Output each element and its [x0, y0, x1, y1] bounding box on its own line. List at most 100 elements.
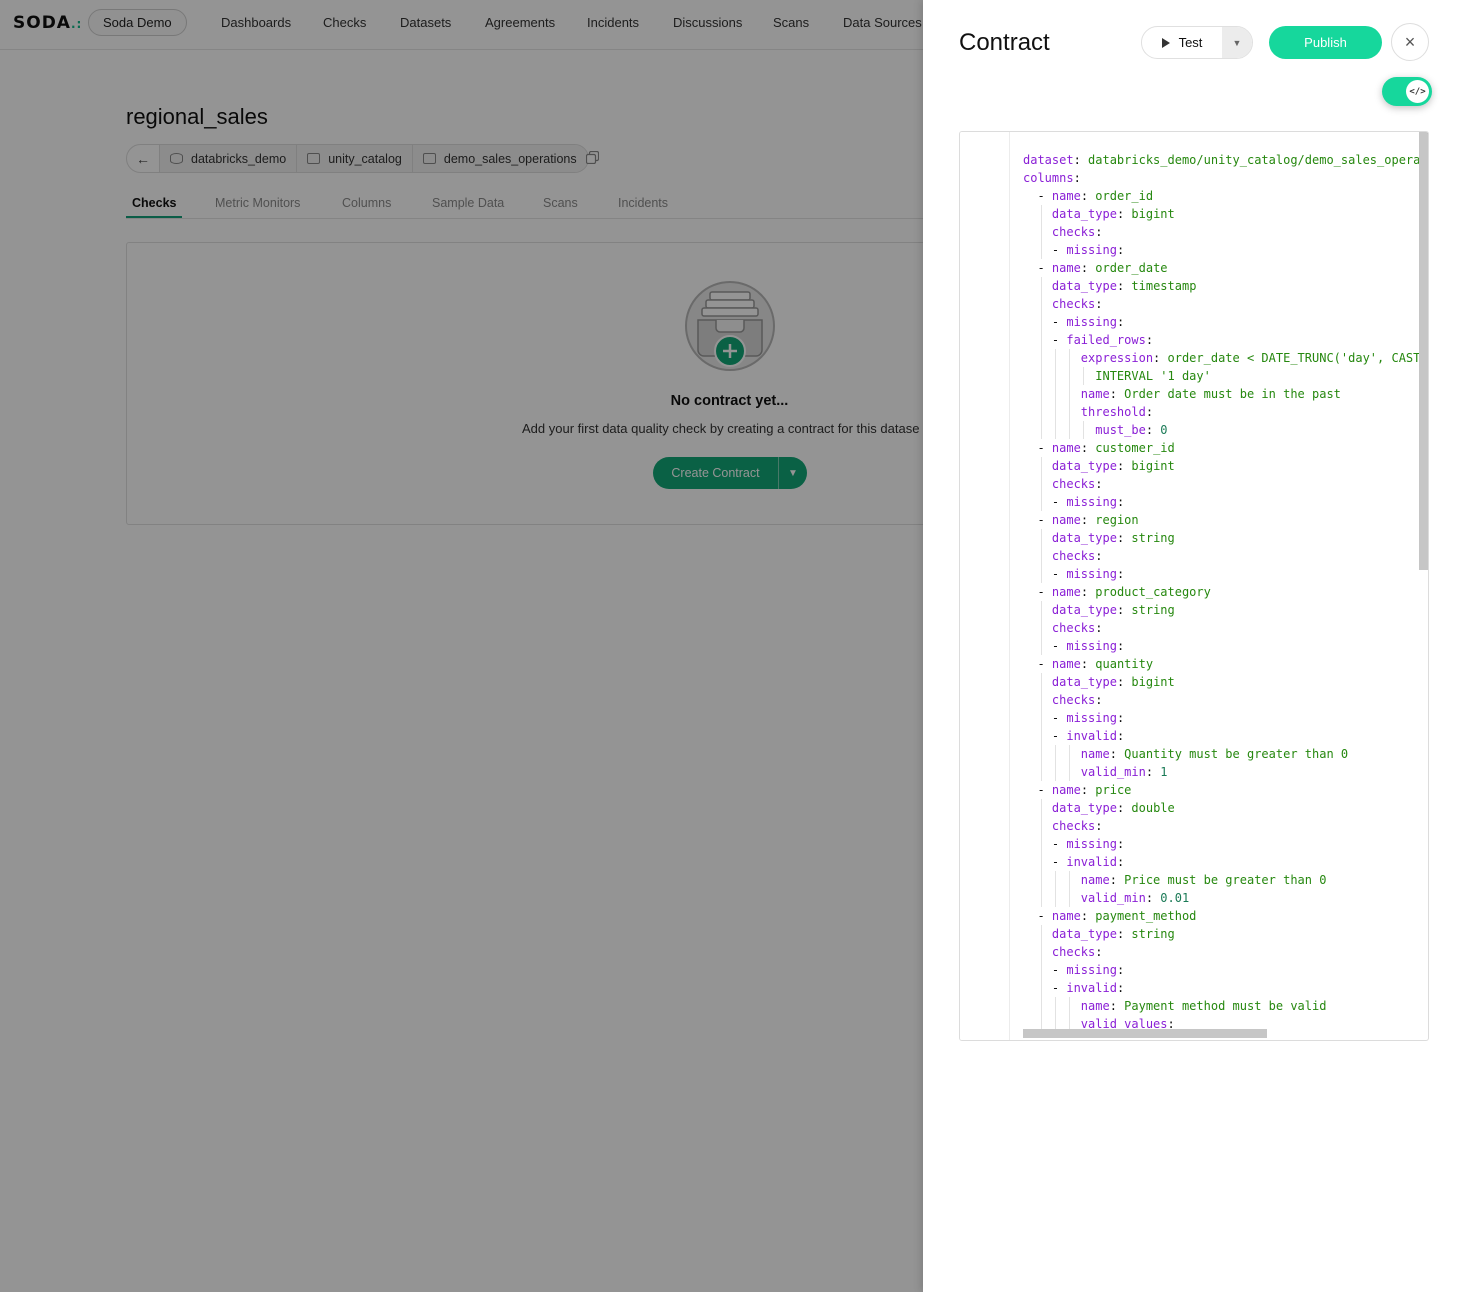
- yaml-colon: :: [1080, 513, 1096, 527]
- yaml-colon: :: [1095, 621, 1103, 635]
- code-indent: -: [1023, 837, 1067, 851]
- yaml-key: data_type: [1051, 207, 1117, 221]
- code-indent: -: [1023, 783, 1052, 797]
- chevron-down-icon[interactable]: ▼: [1222, 27, 1252, 58]
- yaml-key: missing: [1066, 243, 1117, 257]
- yaml-colon: :: [1145, 405, 1154, 419]
- yaml-key: missing: [1066, 639, 1117, 653]
- code-indent: -: [1023, 585, 1052, 599]
- code-line: 8 data_type: timestamp: [1023, 277, 1421, 295]
- yaml-key: checks: [1051, 549, 1096, 563]
- code-line: 45 checks:: [1023, 943, 1421, 961]
- code-indent: -: [1023, 855, 1067, 869]
- yaml-key: name: [1080, 747, 1110, 761]
- code-indent: -: [1023, 711, 1067, 725]
- yaml-key: checks: [1051, 819, 1096, 833]
- vertical-scrollbar[interactable]: [1419, 132, 1428, 570]
- code-line: 10 - missing:: [1023, 313, 1421, 331]
- indent-guide: [1040, 619, 1042, 637]
- indent-guide: [1068, 403, 1070, 421]
- yaml-key: name: [1051, 513, 1081, 527]
- yaml-colon: :: [1080, 189, 1096, 203]
- yaml-colon: :: [1145, 333, 1154, 347]
- yaml-code-editor[interactable]: 1 dataset: databricks_demo/unity_catalog/…: [959, 131, 1429, 1041]
- indent-guide: [1040, 997, 1042, 1015]
- indent-guide: [1040, 727, 1042, 745]
- code-line: 23 checks:: [1023, 547, 1421, 565]
- indent-guide: [1040, 691, 1042, 709]
- yaml-value: double: [1131, 801, 1175, 815]
- yaml-key: columns: [1023, 171, 1074, 185]
- publish-button[interactable]: Publish: [1269, 26, 1382, 59]
- code-indent: -: [1023, 657, 1052, 671]
- code-line: 16 must_be: 0: [1023, 421, 1421, 439]
- yaml-value: payment_method: [1095, 909, 1197, 923]
- indent-guide: [1068, 349, 1070, 367]
- code-line: 42 valid_min: 0.01: [1023, 889, 1421, 907]
- yaml-value: string: [1131, 603, 1175, 617]
- yaml-value: INTERVAL '1 day': [1095, 369, 1211, 383]
- indent-guide: [1040, 979, 1042, 997]
- yaml-key: name: [1051, 189, 1081, 203]
- indent-guide: [1040, 493, 1042, 511]
- yaml-colon: :: [1116, 729, 1125, 743]
- yaml-key: missing: [1066, 963, 1117, 977]
- code-line: 2columns:: [1023, 169, 1421, 187]
- yaml-colon: :: [1073, 171, 1081, 185]
- yaml-colon: :: [1080, 909, 1096, 923]
- yaml-colon: :: [1145, 891, 1161, 905]
- code-content[interactable]: 1 dataset: databricks_demo/unity_catalog/…: [1023, 151, 1421, 1037]
- modal-overlay[interactable]: [0, 0, 923, 1292]
- indent-guide: [1082, 367, 1084, 385]
- yaml-key: name: [1080, 873, 1110, 887]
- yaml-colon: :: [1116, 459, 1132, 473]
- yaml-value: region: [1095, 513, 1139, 527]
- indent-guide: [1040, 475, 1042, 493]
- indent-guide: [1040, 295, 1042, 313]
- yaml-value: Price must be greater than 0: [1124, 873, 1327, 887]
- yaml-key: valid_min: [1080, 891, 1146, 905]
- code-line: 44 data_type: string: [1023, 925, 1421, 943]
- yaml-value: bigint: [1131, 459, 1175, 473]
- code-view-toggle[interactable]: </>: [1382, 77, 1432, 106]
- close-icon[interactable]: ×: [1391, 23, 1429, 61]
- yaml-key: data_type: [1051, 603, 1117, 617]
- code-indent: -: [1023, 909, 1052, 923]
- yaml-key: missing: [1066, 837, 1117, 851]
- test-button[interactable]: Test: [1142, 27, 1222, 58]
- yaml-colon: :: [1109, 873, 1125, 887]
- yaml-key: expression: [1080, 351, 1154, 365]
- yaml-key: missing: [1066, 495, 1117, 509]
- indent-guide: [1040, 925, 1042, 943]
- test-button-label: Test: [1178, 35, 1203, 50]
- indent-guide: [1068, 871, 1070, 889]
- yaml-key: missing: [1066, 315, 1117, 329]
- yaml-key: invalid: [1066, 729, 1117, 743]
- code-icon: </>: [1406, 80, 1429, 103]
- yaml-key: invalid: [1066, 855, 1117, 869]
- yaml-colon: :: [1080, 783, 1096, 797]
- code-line: 18 data_type: bigint: [1023, 457, 1421, 475]
- yaml-key: name: [1051, 909, 1081, 923]
- code-line: 1dataset: databricks_demo/unity_catalog/…: [1023, 151, 1421, 169]
- yaml-key: must_be: [1095, 423, 1146, 437]
- code-line: 11 - failed_rows:: [1023, 331, 1421, 349]
- indent-guide: [1040, 403, 1042, 421]
- horizontal-scrollbar[interactable]: [1023, 1029, 1267, 1038]
- code-indent: -: [1023, 261, 1052, 275]
- yaml-colon: :: [1109, 999, 1125, 1013]
- yaml-key: dataset: [1023, 153, 1074, 167]
- yaml-colon: :: [1116, 207, 1132, 221]
- yaml-key: checks: [1051, 477, 1096, 491]
- indent-guide: [1068, 367, 1070, 385]
- indent-guide: [1054, 403, 1056, 421]
- code-line: 28 - missing:: [1023, 637, 1421, 655]
- yaml-value: string: [1131, 927, 1175, 941]
- code-line: 39 - missing:: [1023, 835, 1421, 853]
